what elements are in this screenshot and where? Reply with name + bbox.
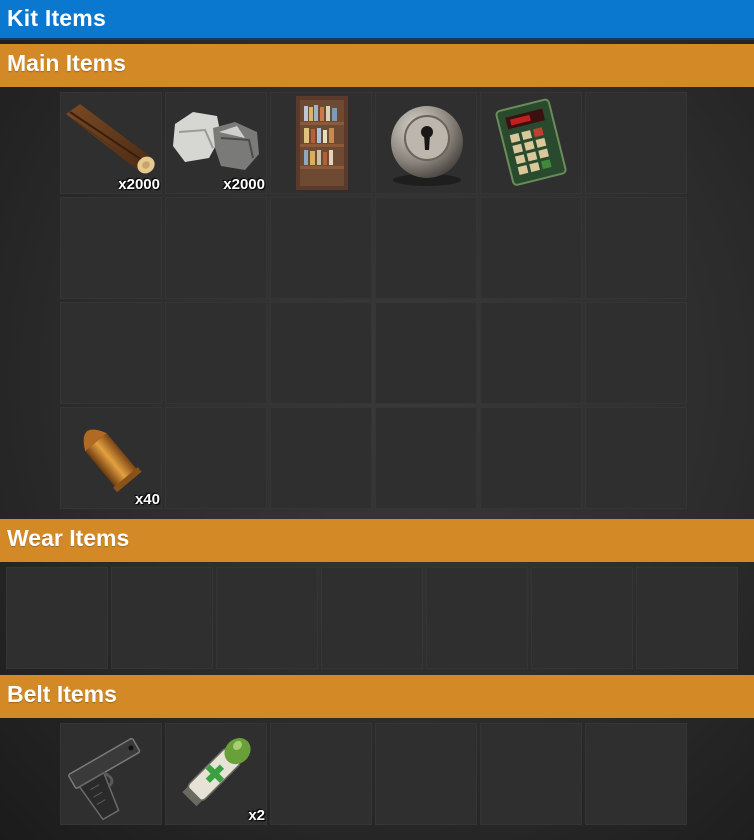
- main-items-grid: x2000 x2000 x40: [60, 92, 687, 509]
- kit-items-panel: Kit Items Main Items x2000 x2000 x40 Wea…: [0, 0, 754, 840]
- title-bar: Kit Items: [0, 0, 754, 40]
- item-quantity: x2000: [118, 176, 160, 193]
- belt-item-slot[interactable]: [270, 723, 372, 825]
- wear-item-slot[interactable]: [6, 567, 108, 669]
- belt-item-slot[interactable]: [585, 723, 687, 825]
- main-item-slot[interactable]: [585, 92, 687, 194]
- main-item-slot[interactable]: [480, 92, 582, 194]
- main-item-slot[interactable]: [375, 407, 477, 509]
- wear-item-slot[interactable]: [216, 567, 318, 669]
- main-item-slot[interactable]: x40: [60, 407, 162, 509]
- belt-items-grid: x2: [60, 723, 687, 825]
- wear-items-label: Wear Items: [7, 525, 130, 551]
- belt-items-header: Belt Items: [0, 675, 754, 718]
- wear-item-slot[interactable]: [321, 567, 423, 669]
- main-item-slot[interactable]: [60, 302, 162, 404]
- wear-item-slot[interactable]: [636, 567, 738, 669]
- wear-item-slot[interactable]: [111, 567, 213, 669]
- wear-item-slot[interactable]: [426, 567, 528, 669]
- main-item-slot[interactable]: [270, 197, 372, 299]
- main-item-slot[interactable]: [165, 407, 267, 509]
- main-item-slot[interactable]: [375, 92, 477, 194]
- panel-title: Kit Items: [7, 5, 106, 31]
- main-item-slot[interactable]: [60, 197, 162, 299]
- main-item-slot[interactable]: [585, 302, 687, 404]
- main-item-slot[interactable]: [165, 197, 267, 299]
- item-quantity: x2000: [223, 176, 265, 193]
- belt-item-slot[interactable]: x2: [165, 723, 267, 825]
- main-item-slot[interactable]: x2000: [165, 92, 267, 194]
- main-item-slot[interactable]: [585, 407, 687, 509]
- main-item-slot[interactable]: [270, 302, 372, 404]
- main-item-slot[interactable]: [585, 197, 687, 299]
- item-quantity: x40: [134, 491, 160, 508]
- belt-item-slot[interactable]: [375, 723, 477, 825]
- belt-items-label: Belt Items: [7, 681, 117, 707]
- main-item-slot[interactable]: [375, 197, 477, 299]
- main-item-slot[interactable]: [165, 302, 267, 404]
- main-item-slot[interactable]: [375, 302, 477, 404]
- main-item-slot[interactable]: [270, 407, 372, 509]
- main-item-slot[interactable]: x2000: [60, 92, 162, 194]
- belt-item-slot[interactable]: [480, 723, 582, 825]
- main-items-header: Main Items: [0, 44, 754, 87]
- wear-items-header: Wear Items: [0, 519, 754, 562]
- main-items-label: Main Items: [7, 50, 126, 76]
- main-item-slot[interactable]: [480, 407, 582, 509]
- main-item-slot[interactable]: [480, 197, 582, 299]
- wear-item-slot[interactable]: [531, 567, 633, 669]
- item-quantity: x2: [248, 807, 265, 824]
- main-item-slot[interactable]: [480, 302, 582, 404]
- main-item-slot[interactable]: [270, 92, 372, 194]
- wear-items-grid: [6, 567, 738, 669]
- belt-item-slot[interactable]: [60, 723, 162, 825]
